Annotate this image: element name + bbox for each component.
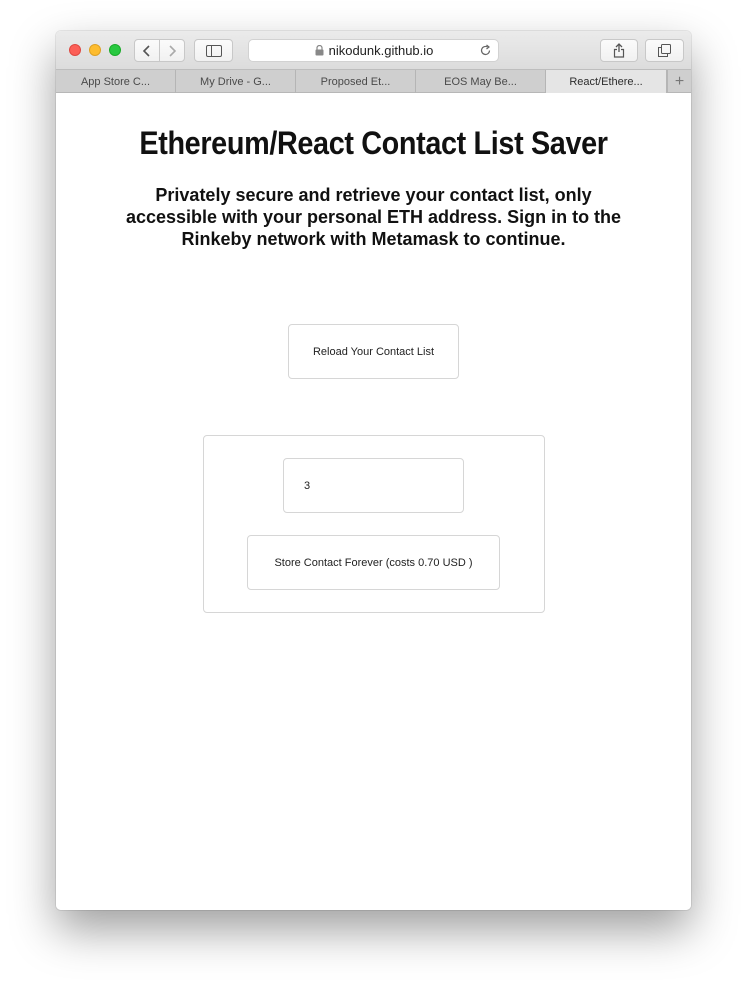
minimize-window-button[interactable] — [89, 44, 101, 56]
plus-icon: + — [674, 72, 685, 90]
tab-proposed[interactable]: Proposed Et... — [296, 70, 416, 93]
tab-overview-button[interactable] — [645, 39, 684, 62]
address-bar[interactable]: nikodunk.github.io — [248, 39, 499, 62]
browser-toolbar: nikodunk.github.io — [56, 31, 691, 69]
lock-icon — [315, 45, 324, 56]
contact-input[interactable] — [283, 458, 464, 513]
tab-app-store[interactable]: App Store C... — [56, 70, 176, 93]
sidebar-icon — [205, 44, 222, 57]
back-button[interactable] — [134, 39, 160, 62]
tab-label: Proposed Et... — [320, 75, 391, 88]
reload-icon[interactable] — [479, 44, 492, 57]
share-button[interactable] — [600, 39, 638, 62]
new-tab-button[interactable]: + — [667, 70, 691, 93]
contact-form-panel: Store Contact Forever (costs 0.70 USD ) — [203, 435, 545, 613]
reload-contact-list-button[interactable]: Reload Your Contact List — [288, 324, 459, 379]
maximize-window-button[interactable] — [109, 44, 121, 56]
close-window-button[interactable] — [69, 44, 81, 56]
forward-button[interactable] — [159, 39, 185, 62]
tab-react-ethereum[interactable]: React/Ethere... — [546, 70, 667, 93]
sidebar-button[interactable] — [194, 39, 233, 62]
chevron-left-icon — [142, 44, 150, 57]
address-text: nikodunk.github.io — [328, 43, 434, 58]
tab-bar: App Store C... My Drive - G... Proposed … — [56, 69, 691, 93]
page-subtitle: Privately secure and retrieve your conta… — [125, 185, 622, 249]
share-icon — [613, 43, 625, 58]
tab-eos[interactable]: EOS May Be... — [416, 70, 546, 93]
browser-window: nikodunk.github.io App Store C... My Dri… — [56, 31, 691, 910]
page-content: Ethereum/React Contact List Saver Privat… — [56, 93, 691, 910]
chevron-right-icon — [169, 44, 177, 57]
tab-label: EOS May Be... — [444, 75, 517, 88]
store-contact-button[interactable]: Store Contact Forever (costs 0.70 USD ) — [247, 535, 500, 590]
tabs-overview-icon — [658, 44, 671, 57]
tab-label: App Store C... — [80, 75, 151, 88]
tab-label: My Drive - G... — [200, 75, 271, 88]
page-title: Ethereum/React Contact List Saver — [139, 125, 608, 161]
tab-my-drive[interactable]: My Drive - G... — [176, 70, 296, 93]
tab-label: React/Ethere... — [569, 75, 643, 88]
